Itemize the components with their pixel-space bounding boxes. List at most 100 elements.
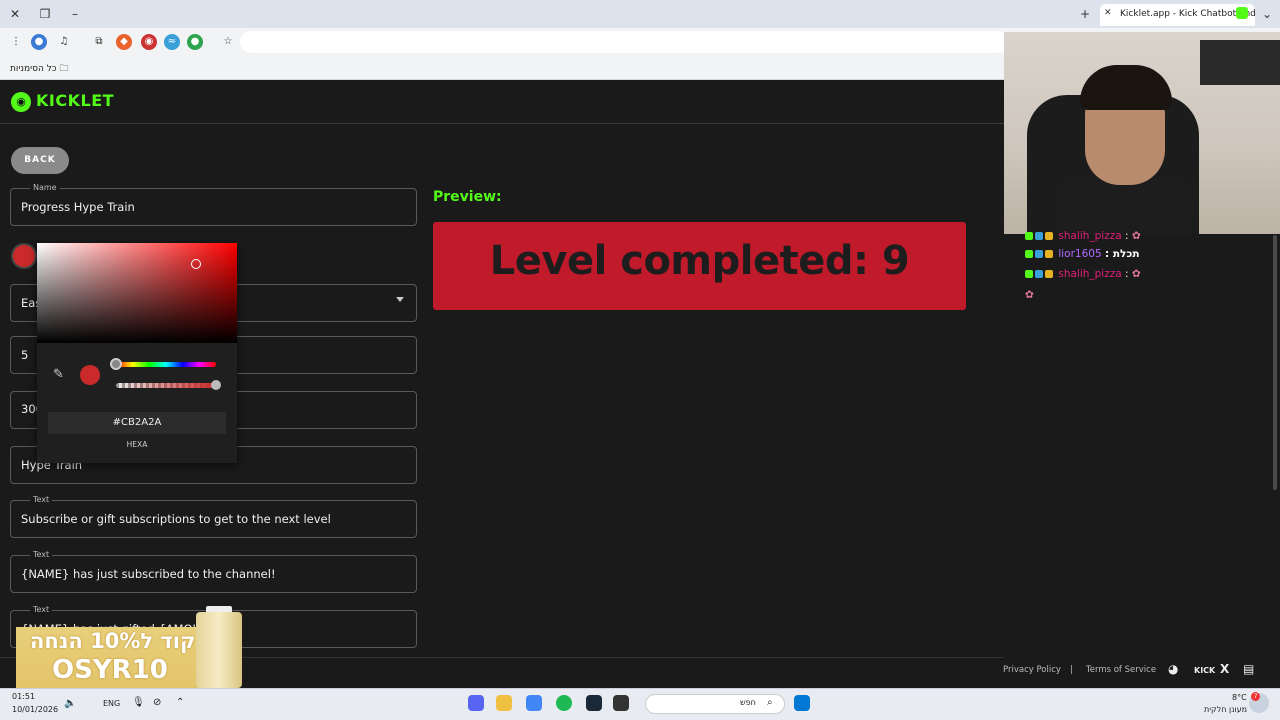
restore-window-icon[interactable]: ❐ (36, 5, 54, 23)
bookmark-star-icon[interactable]: ☆ (220, 34, 236, 50)
menu-icon[interactable]: ⋮ (8, 34, 24, 50)
terms-of-service-link[interactable]: Terms of Service (1086, 665, 1156, 675)
spotify-taskbar-icon[interactable] (556, 695, 572, 711)
text-field-2-value: {NAME} has just subscribed to the channe… (21, 567, 276, 581)
discord-taskbar-icon[interactable] (468, 695, 484, 711)
name-field-value: Progress Hype Train (21, 200, 135, 214)
badge-icon (1045, 270, 1053, 278)
profile-icon[interactable]: ● (31, 34, 47, 50)
kicklet-logo-icon: ◉ (11, 92, 31, 112)
extension-4-icon[interactable]: ● (187, 34, 203, 50)
chat-text: : תכלת (1105, 248, 1140, 260)
network-icon[interactable]: ⊘ (153, 697, 161, 708)
app-logo[interactable]: KICKLET (36, 91, 114, 110)
badge-icon (1025, 232, 1033, 240)
chrome-taskbar-icon[interactable] (526, 695, 542, 711)
text-field-1-value: Subscribe or gift subscriptions to get t… (21, 512, 331, 526)
steam-taskbar-icon[interactable] (586, 695, 602, 711)
emote-icon: ✿ (1025, 289, 1034, 301)
kicklet-favicon-icon (1236, 7, 1248, 19)
folder-icon: 🗀 (59, 64, 69, 74)
taskbar-search[interactable] (645, 694, 785, 714)
promo-line-1: קוד ל10% הנחה (30, 629, 196, 653)
chevron-down-icon[interactable] (396, 297, 404, 302)
all-bookmarks-label: כל הסימניות (10, 64, 57, 74)
weather-temp[interactable]: 8°C (1232, 693, 1247, 702)
microphone-icon[interactable]: 🎙 (132, 697, 145, 708)
tab-close-icon[interactable]: ✕ (1104, 8, 1112, 18)
chat-scrollbar[interactable] (1273, 235, 1277, 490)
perfume-bottle-image (196, 612, 242, 688)
preview-title: Preview: (433, 189, 502, 205)
search-icon: ⌕ (767, 697, 773, 708)
color-mode-label[interactable]: HEXA (48, 440, 226, 449)
tab-title: Kicklet.app - Kick Chatbot and (1120, 9, 1255, 19)
tab-kicklet[interactable]: Kicklet.app - Kick Chatbot and (1100, 4, 1255, 26)
webcam-person-shirt (1060, 180, 1190, 234)
color-swatch[interactable] (11, 243, 37, 269)
chat-username[interactable]: lior1605 (1058, 248, 1101, 260)
privacy-policy-link[interactable]: Privacy Policy (1003, 665, 1061, 675)
emote-icon: ✿ (1131, 230, 1141, 242)
windows-start-icon[interactable] (794, 695, 810, 711)
footer-separator: | (1070, 665, 1073, 675)
extension-2-icon[interactable]: ◉ (141, 34, 157, 50)
saturation-area[interactable] (37, 243, 237, 343)
media-icon[interactable]: ♫ (56, 34, 72, 50)
chat-username[interactable]: shalih_pizza (1058, 230, 1121, 242)
hue-slider-knob[interactable] (110, 358, 122, 370)
badge-icon (1045, 250, 1053, 258)
document-icon[interactable]: ▤ (1243, 662, 1254, 676)
close-window-icon[interactable]: ✕ (6, 5, 24, 23)
picker-preview-swatch (80, 365, 100, 385)
name-field-label: Name (30, 183, 60, 192)
terminal-taskbar-icon[interactable] (613, 695, 629, 711)
chat-message: shalih_pizza : ✿ (1025, 230, 1141, 242)
chat-text: : (1125, 268, 1129, 280)
hex-input[interactable]: #CB2A2A (48, 412, 226, 434)
chat-message: shalih_pizza : ✿ (1025, 268, 1141, 280)
taskbar-search-placeholder: חפש (740, 698, 756, 707)
webcam-tv (1200, 40, 1280, 85)
promo-code: OSYR10 (52, 655, 168, 685)
kick-icon[interactable]: KICK (1194, 666, 1215, 675)
clock-time[interactable]: 01:51 (12, 692, 35, 701)
extension-1-icon[interactable]: ◆ (116, 34, 132, 50)
text-field-2-label: Text (30, 550, 53, 559)
chat-message: lior1605 : תכלת (1025, 248, 1140, 260)
chat-username[interactable]: shalih_pizza (1058, 268, 1121, 280)
hue-slider[interactable] (116, 362, 216, 367)
all-bookmarks[interactable]: כל הסימניות 🗀 (10, 61, 68, 77)
volume-icon[interactable]: 🔈 (64, 698, 76, 709)
notification-badge: 7 (1251, 692, 1260, 701)
alpha-slider-knob[interactable] (211, 380, 221, 390)
badge-icon (1025, 250, 1033, 258)
tab-search-icon[interactable]: ⌄ (1258, 5, 1276, 23)
text-field-1-label: Text (30, 495, 53, 504)
back-button[interactable]: BACK (11, 147, 69, 174)
badge-icon (1035, 250, 1043, 258)
app-taskbar-icon[interactable] (496, 695, 512, 711)
new-tab-icon[interactable]: + (1076, 5, 1094, 23)
eyedropper-icon[interactable]: ✎ (53, 367, 64, 382)
badge-icon (1045, 232, 1053, 240)
chat-text: : (1125, 230, 1129, 242)
extension-3-icon[interactable]: ≈ (164, 34, 180, 50)
extensions-icon[interactable]: ⧉ (91, 34, 107, 50)
clock-date[interactable]: 10/01/2026 (12, 705, 58, 714)
minimize-window-icon[interactable]: – (66, 5, 84, 23)
saturation-cursor[interactable] (191, 259, 201, 269)
tray-chevron-icon[interactable]: ⌃ (176, 697, 184, 708)
badge-icon (1025, 270, 1033, 278)
weather-desc[interactable]: מעונן חלקית (1204, 705, 1247, 714)
emote-icon: ✿ (1131, 268, 1141, 280)
x-icon[interactable]: X (1220, 662, 1229, 676)
level-field-value: 5 (21, 348, 29, 362)
badge-icon (1035, 232, 1043, 240)
badge-icon (1035, 270, 1043, 278)
discord-icon[interactable]: ◕ (1168, 662, 1178, 676)
preview-text: Level completed: 9 (489, 238, 910, 284)
text-field-3-label: Text (30, 605, 53, 614)
language-indicator[interactable]: ENG (103, 699, 120, 708)
address-bar[interactable] (240, 31, 1010, 53)
